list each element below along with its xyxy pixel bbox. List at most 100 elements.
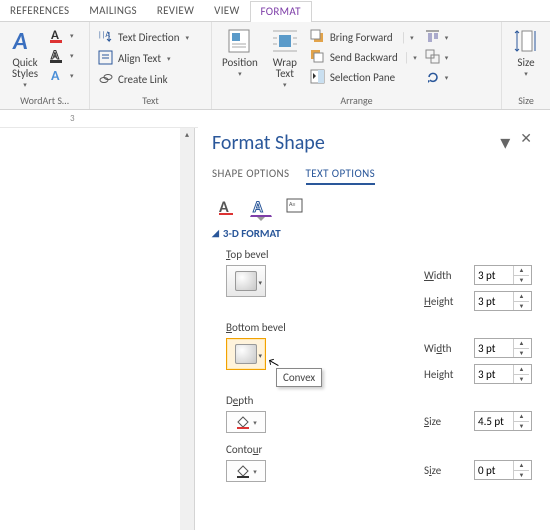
- top-bevel-picker[interactable]: ▾: [226, 265, 266, 297]
- size-icon: [511, 26, 541, 56]
- depth-color-picker[interactable]: ▾: [226, 411, 266, 433]
- label-width: Width: [424, 342, 466, 355]
- format-shape-pane: Format Shape ▾ ✕ SHAPE OPTIONS TEXT OPTI…: [198, 120, 550, 530]
- align-icon: [425, 29, 441, 45]
- cursor-icon: ↖: [266, 355, 281, 372]
- bottom-bevel-picker[interactable]: ▾: [226, 338, 266, 370]
- tab-view[interactable]: VIEW: [204, 1, 249, 21]
- quick-styles-button[interactable]: A Quick Styles ▾: [6, 24, 44, 91]
- text-effects-button[interactable]: A▾: [48, 66, 76, 84]
- contour-color-picker[interactable]: ▾: [226, 460, 266, 482]
- chevron-down-icon: ▾: [253, 418, 257, 427]
- bottom-bevel-width-spinner[interactable]: ▲▼: [474, 338, 532, 358]
- group-shapes-button[interactable]: ▾: [423, 48, 451, 66]
- textbox-icon[interactable]: A≡: [284, 195, 306, 217]
- group-arrange: Position▾ Wrap Text▾ Bring Forward│▾ Sen…: [212, 22, 502, 109]
- wrap-text-icon: [270, 26, 300, 56]
- label-bottom-bevel: Bottom bevel: [226, 321, 532, 334]
- label-contour: Contour: [226, 443, 532, 456]
- option-icon-strip: A A A≡: [212, 195, 532, 217]
- chevron-down-icon: ▾: [253, 467, 257, 476]
- svg-text:A: A: [12, 27, 28, 56]
- label-top-bevel: Top bevel: [226, 248, 532, 261]
- wordart-a-icon: A: [10, 26, 40, 56]
- tab-format[interactable]: FORMAT: [250, 1, 312, 22]
- align-text-button[interactable]: Align Text▾: [96, 49, 173, 67]
- group-wordart-styles: A Quick Styles ▾ A▾ A▾ A▾ WordArt S…: [0, 22, 90, 109]
- rotate-icon: [425, 69, 441, 85]
- create-link-button[interactable]: Create Link: [96, 70, 170, 88]
- top-bevel-height-spinner[interactable]: ▲▼: [474, 291, 532, 311]
- bottom-bevel-height-spinner[interactable]: ▲▼: [474, 364, 532, 384]
- label-depth: Depth: [226, 394, 532, 407]
- tooltip: Convex: [276, 368, 322, 387]
- tab-mailings[interactable]: MAILINGS: [79, 1, 146, 21]
- svg-text:A: A: [51, 67, 60, 83]
- group-label-text: Text: [96, 93, 205, 108]
- align-button[interactable]: ▾: [423, 28, 451, 46]
- ribbon-tabs: REFERENCES MAILINGS REVIEW VIEW FORMAT: [0, 0, 550, 22]
- svg-text:A: A: [253, 198, 263, 215]
- text-direction-button[interactable]: ||AText Direction▾: [96, 28, 191, 46]
- selection-pane-icon: [310, 69, 326, 85]
- text-outline-button[interactable]: A▾: [48, 46, 76, 64]
- align-text-icon: [98, 50, 114, 66]
- text-fill-button[interactable]: A▾: [48, 26, 76, 44]
- label-width: Width: [424, 269, 466, 282]
- send-backward-icon: [310, 49, 326, 65]
- rotate-button[interactable]: ▾: [423, 68, 451, 86]
- group-label-size: Size: [508, 93, 544, 108]
- ruler-tick: 3: [70, 113, 75, 124]
- tab-shape-options[interactable]: SHAPE OPTIONS: [212, 167, 290, 185]
- tab-review[interactable]: REVIEW: [147, 1, 204, 21]
- position-icon: [225, 26, 255, 56]
- depth-size-spinner[interactable]: ▲▼: [474, 411, 532, 431]
- text-effects-icon[interactable]: A: [250, 195, 272, 217]
- group-label-arrange: Arrange: [218, 93, 495, 108]
- bring-forward-icon: [310, 29, 326, 45]
- position-button[interactable]: Position▾: [218, 24, 262, 80]
- group-label-wordart: WordArt S…: [6, 93, 83, 108]
- bucket-icon: [235, 415, 251, 429]
- size-button[interactable]: Size▾: [507, 24, 545, 80]
- collapse-triangle-icon: ◢: [212, 228, 219, 239]
- chevron-down-icon: ▾: [258, 278, 262, 287]
- send-backward-button[interactable]: Send Backward│▾: [308, 48, 419, 66]
- top-bevel-width-spinner[interactable]: ▲▼: [474, 265, 532, 285]
- spin-up-icon[interactable]: ▲: [514, 266, 529, 276]
- text-direction-icon: ||A: [98, 29, 114, 45]
- link-icon: [98, 71, 114, 87]
- label-height: Height: [424, 368, 466, 381]
- group-size: Size▾ Size: [502, 22, 550, 109]
- bucket-icon: [235, 464, 251, 478]
- ribbon: A Quick Styles ▾ A▾ A▾ A▾ WordArt S… ||A…: [0, 22, 550, 110]
- chevron-down-icon: ▾: [23, 80, 27, 89]
- label-size: Size: [424, 415, 466, 428]
- pane-menu-icon[interactable]: ▾: [500, 130, 510, 155]
- wrap-text-button[interactable]: Wrap Text▾: [266, 24, 304, 91]
- svg-text:A: A: [219, 198, 229, 215]
- vertical-scrollbar[interactable]: ▴: [180, 128, 194, 530]
- spin-down-icon[interactable]: ▼: [514, 276, 529, 285]
- close-icon[interactable]: ✕: [520, 130, 532, 155]
- bevel-thumb-icon: [235, 344, 257, 364]
- selection-pane-button[interactable]: Selection Pane: [308, 68, 419, 86]
- text-fill-icon: A: [50, 27, 66, 43]
- text-outline-icon: A: [50, 47, 66, 63]
- text-fill-outline-icon[interactable]: A: [216, 195, 238, 217]
- bevel-thumb-icon: [235, 271, 257, 291]
- tab-references[interactable]: REFERENCES: [0, 1, 79, 21]
- contour-size-spinner[interactable]: ▲▼: [474, 460, 532, 480]
- tab-text-options[interactable]: TEXT OPTIONS: [306, 167, 376, 185]
- text-effects-icon: A: [50, 67, 66, 83]
- label-height: Height: [424, 295, 466, 308]
- scroll-up-arrow-icon[interactable]: ▴: [180, 128, 194, 142]
- pane-title: Format Shape ▾ ✕: [212, 130, 532, 155]
- group-icon: [425, 49, 441, 65]
- bring-forward-button[interactable]: Bring Forward│▾: [308, 28, 419, 46]
- group-text: ||AText Direction▾ Align Text▾ Create Li…: [90, 22, 212, 109]
- section-3d-format[interactable]: ◢ 3-D FORMAT: [212, 227, 532, 240]
- document-area[interactable]: ▴: [0, 128, 195, 530]
- svg-text:A≡: A≡: [289, 200, 295, 208]
- label-size: Size: [424, 464, 466, 477]
